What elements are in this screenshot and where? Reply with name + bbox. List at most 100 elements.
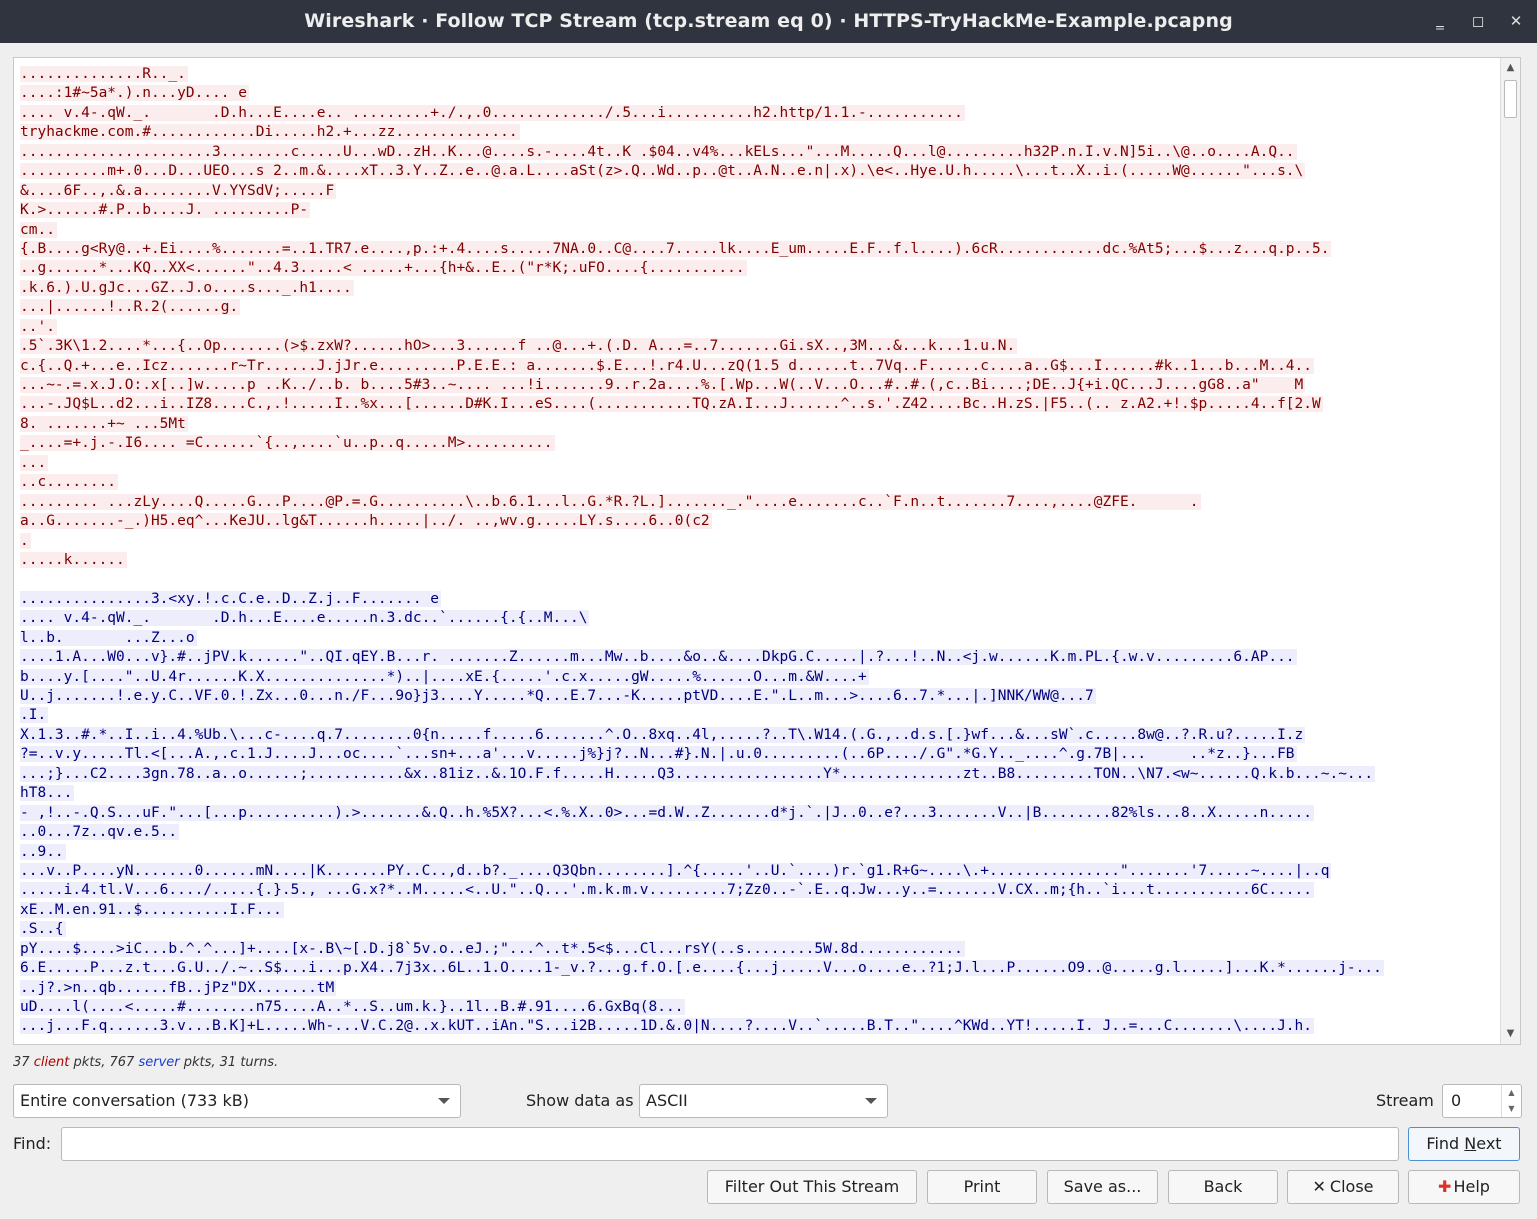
minimize-icon[interactable]: ‗ <box>1427 8 1453 34</box>
save-as-button[interactable]: Save as... <box>1047 1170 1158 1204</box>
server-data-line: ...............3.<xy.!.c.C.e..D..Z.j..F.… <box>20 590 1496 609</box>
client-data-line: &....6F..,.&.a........V.YYSdV;.....F <box>20 182 1496 201</box>
client-data-text: 8. .......+~ ...5Mt <box>20 415 188 432</box>
client-data-text: ..'. <box>20 318 57 335</box>
scrollbar-thumb[interactable] <box>1504 80 1517 118</box>
close-button[interactable]: ✕ Close <box>1287 1170 1399 1204</box>
vertical-scrollbar[interactable]: ▲ ▼ <box>1500 58 1520 1044</box>
window-title: Wireshark · Follow TCP Stream (tcp.strea… <box>304 10 1233 32</box>
spin-up-icon[interactable]: ▲ <box>1502 1085 1521 1101</box>
find-next-mnemonic: N <box>1464 1134 1477 1153</box>
client-data-line: .5`.3K\1.2....*...{..Op.......(>$.zxW?..… <box>20 337 1496 356</box>
stream-content: ..............R.._. ....:1#~5a*.).n...yD.… <box>20 65 1496 1037</box>
stream-label: Stream <box>1376 1091 1434 1110</box>
find-input[interactable] <box>61 1127 1399 1161</box>
client-data-line: {.B....g<Ry@..+.Ei....%.......=..1.TR7.e… <box>20 240 1496 259</box>
server-data-text: pY....$....>iC...b.^.^...]+....[x-.B\~[.… <box>20 940 965 957</box>
server-data-line: ....1.A...W0...v}.#..jPV.k......"..QI.qE… <box>20 648 1496 667</box>
client-data-text: ...-.JQ$L..d2...i..IZ8....C.,.!.....I..%… <box>20 396 1323 413</box>
client-data-line: .... v.4-.qW._. .D.h...E....e.. ........… <box>20 104 1496 123</box>
server-data-text: l..b. ...Z...o <box>20 629 197 646</box>
server-data-text: b....y.[...."..U.4r......K.X............… <box>20 668 869 685</box>
server-data-line: ...v..P....yN.......0......mN....|K.....… <box>20 862 1496 881</box>
server-data-line: - ,!..-.Q.S...uF."...[...p..........).>.… <box>20 804 1496 823</box>
server-data-text: X.1.3..#.*..I..i..4.%Ub.\...c-....q.7...… <box>20 726 1306 743</box>
server-data-line: .... v.4-.qW._. .D.h...E....e.....n.3.dc… <box>20 609 1496 628</box>
client-data-text: ..............R.._. <box>20 66 188 82</box>
client-data-line: ....:1#~5a*.).n...yD.... e <box>20 84 1496 103</box>
close-window-icon[interactable]: ✕ <box>1503 8 1529 34</box>
client-data-line: cm.. <box>20 221 1496 240</box>
find-next-label-prefix: Find <box>1426 1134 1465 1153</box>
client-data-line: 8. .......+~ ...5Mt <box>20 415 1496 434</box>
server-pkt-count: 767 <box>109 1055 135 1070</box>
server-data-line: ..0...7z..qv.e.5.. <box>20 823 1496 842</box>
server-data-text: 6.E.....P...z.t...G.U../.~..S$...i...p.X… <box>20 960 1384 977</box>
client-data-text: {.B....g<Ry@..+.Ei....%.......=..1.TR7.e… <box>20 240 1332 257</box>
show-data-select[interactable]: ASCII <box>639 1084 888 1118</box>
server-data-line: U..j.......!.e.y.C..VF.0.!.Zx...0...n./F… <box>20 687 1496 706</box>
show-data-label: Show data as <box>526 1091 634 1110</box>
client-data-text: c.{..Q.+...e..Icz.......r~Tr......J.jJr.… <box>20 357 1315 374</box>
server-data-text: ...j...F.q......3.v...B.K]+L.....Wh-...V… <box>20 1018 1315 1035</box>
server-data-text: ....1.A...W0...v}.#..jPV.k......"..QI.qE… <box>20 649 1297 666</box>
server-data-text: xE..M.en.91..$..........I.F... <box>20 901 284 918</box>
server-data-line: ...;}...C2....3gn.78..a..o......;.......… <box>20 765 1496 784</box>
help-button[interactable]: ✚ Help <box>1408 1170 1520 1204</box>
server-data-text: .....i.4.tl.V...6..../.....{.}.5., ...G.… <box>20 882 1315 899</box>
client-data-text: .5`.3K\1.2....*...{..Op.......(>$.zxW?..… <box>20 338 1018 355</box>
client-data-text: . <box>20 532 31 549</box>
close-button-label: Close <box>1329 1177 1374 1196</box>
scroll-down-icon[interactable]: ▼ <box>1501 1025 1520 1043</box>
server-data-line: l..b. ...Z...o <box>20 629 1496 648</box>
server-data-text: .S..{ <box>20 921 66 938</box>
client-label: client <box>33 1055 70 1070</box>
filter-out-stream-button[interactable]: Filter Out This Stream <box>707 1170 917 1204</box>
scroll-up-icon[interactable]: ▲ <box>1501 59 1520 77</box>
client-data-line: .k.6.).U.gJc...GZ..J.o....s..._.h1.... <box>20 279 1496 298</box>
server-data-line: ..9.. <box>20 843 1496 862</box>
client-data-text: ......................3........c.....U..… <box>20 143 1297 160</box>
client-data-text: ......... ...zLy....Q.....G...P....@P.=.… <box>20 493 1201 510</box>
server-data-text: ...v..P....yN.......0......mN....|K.....… <box>20 862 1332 879</box>
client-data-text: ..g......*...KQ..XX<......"..4.3.....< .… <box>20 260 747 277</box>
client-data-line: . <box>20 532 1496 551</box>
pkts-sep: pkts, <box>73 1055 106 1070</box>
chevron-down-icon <box>438 1098 450 1104</box>
conversation-select[interactable]: Entire conversation (733 kB) <box>13 1084 461 1118</box>
server-data-text: ...............3.<xy.!.c.C.e..D..Z.j..F.… <box>20 590 442 607</box>
server-data-text: ...;}...C2....3gn.78..a..o......;.......… <box>20 765 1376 782</box>
client-data-line: ..........m+.0...D...UEO...s 2..m.&....x… <box>20 162 1496 181</box>
stream-stats: 37 client pkts, 767 server pkts, 31 turn… <box>13 1055 278 1070</box>
maximize-icon[interactable]: ◻ <box>1465 8 1491 34</box>
client-data-text: ..c........ <box>20 474 119 491</box>
server-data-line: ..j?.>n..qb......fB..jPz"DX.......tM <box>20 979 1496 998</box>
client-data-text: ....:1#~5a*.).n...yD.... e <box>20 85 249 102</box>
server-data-text: ?=..v.y.....Tl.<[...A.,.c.1.J....J...oc.… <box>20 746 1297 763</box>
close-icon: ✕ <box>1312 1177 1326 1196</box>
client-data-text: K.>......#.P..b....J. .........P- <box>20 202 311 219</box>
client-data-line: ...|......!..R.2(......g. <box>20 298 1496 317</box>
server-data-line: X.1.3..#.*..I..i..4.%Ub.\...c-....q.7...… <box>20 726 1496 745</box>
client-data-line: ...~-.=.x.J.O:.x[..]w.....p ..K../..b. b… <box>20 376 1496 395</box>
title-bar: Wireshark · Follow TCP Stream (tcp.strea… <box>0 0 1537 43</box>
server-data-line: ?=..v.y.....Tl.<[...A.,.c.1.J....J...oc.… <box>20 745 1496 764</box>
server-data-line: pY....$....>iC...b.^.^...]+....[x-.B\~[.… <box>20 940 1496 959</box>
print-button[interactable]: Print <box>927 1170 1037 1204</box>
server-data-line: xE..M.en.91..$..........I.F... <box>20 901 1496 920</box>
stream-value: 0 <box>1451 1091 1462 1110</box>
client-data-line: tryhackme.com.#............Di.....h2.+..… <box>20 123 1496 142</box>
stream-text-area[interactable]: ..............R.._. ....:1#~5a*.).n...yD.… <box>13 57 1521 1045</box>
client-data-text: ...~-.=.x.J.O:.x[..]w.....p ..K../..b. b… <box>20 377 1306 393</box>
back-button[interactable]: Back <box>1168 1170 1278 1204</box>
spin-down-icon[interactable]: ▼ <box>1502 1101 1521 1117</box>
stream-spinbox[interactable]: 0 ▲ ▼ <box>1442 1084 1522 1118</box>
server-data-text: .I. <box>20 707 49 724</box>
server-data-line: ...j...F.q......3.v...B.K]+L.....Wh-...V… <box>20 1017 1496 1036</box>
client-data-text: ...|......!..R.2(......g. <box>20 299 241 316</box>
find-next-button[interactable]: Find Next <box>1408 1127 1520 1161</box>
client-data-line: ..'. <box>20 318 1496 337</box>
conversation-select-value: Entire conversation (733 kB) <box>20 1091 249 1110</box>
client-data-line: ......................3........c.....U..… <box>20 143 1496 162</box>
client-data-text: tryhackme.com.#............Di.....h2.+..… <box>20 124 520 141</box>
